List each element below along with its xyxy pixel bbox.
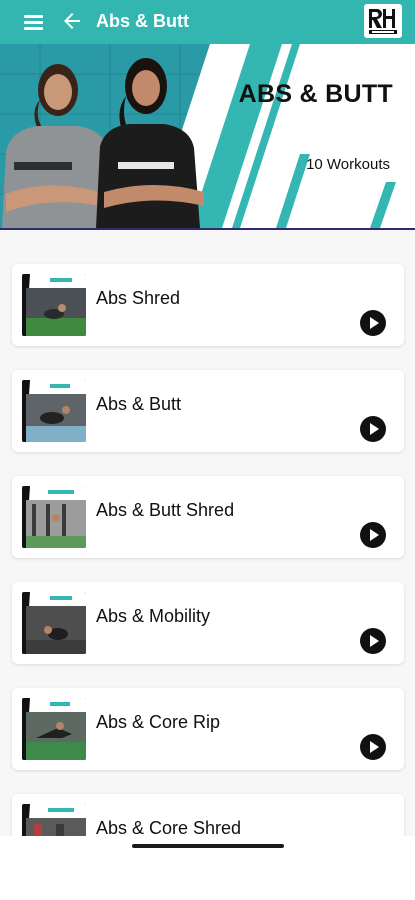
workout-thumbnail: [22, 698, 86, 760]
top-app-bar: Abs & Butt: [0, 0, 415, 44]
workout-title: Abs & Butt Shred: [96, 500, 235, 520]
category-title: ABS & BUTT: [238, 80, 393, 108]
rh-workout-logo: [364, 4, 402, 38]
play-icon[interactable]: [360, 416, 386, 442]
workout-title: Abs & Butt: [96, 394, 182, 414]
workout-thumbnail: [22, 592, 86, 654]
menu-icon[interactable]: [22, 11, 46, 33]
workout-title: Abs & Core Shred: [96, 818, 242, 836]
system-navigation-area: [0, 836, 415, 900]
page-title: Abs & Butt: [96, 11, 189, 31]
app-screen: Abs & Butt ABS & BUTT 10 Workouts Abs Sh…: [0, 0, 415, 900]
arrow-left-icon[interactable]: [60, 9, 84, 33]
workout-card-abs-and-mobility[interactable]: Abs & Mobility: [12, 582, 404, 664]
workout-card-abs-shred[interactable]: Abs Shred: [12, 264, 404, 346]
banner-artwork: [0, 44, 415, 228]
workout-title: Abs & Core Rip: [96, 712, 221, 732]
workout-thumbnail: [22, 380, 86, 442]
workout-card-abs-and-core-rip[interactable]: Abs & Core Rip: [12, 688, 404, 770]
workout-card-abs-and-butt[interactable]: Abs & Butt: [12, 370, 404, 452]
workout-count: 10 Workouts: [306, 156, 390, 173]
play-icon[interactable]: [360, 522, 386, 548]
workout-card-abs-and-butt-shred[interactable]: Abs & Butt Shred: [12, 476, 404, 558]
workout-thumbnail: [22, 486, 86, 548]
home-indicator[interactable]: [132, 844, 284, 848]
workout-title: Abs & Mobility: [96, 606, 211, 626]
category-banner: ABS & BUTT 10 Workouts: [0, 44, 415, 228]
play-icon[interactable]: [360, 628, 386, 654]
play-icon[interactable]: [360, 734, 386, 760]
workout-title: Abs Shred: [96, 288, 181, 308]
workout-thumbnail: [22, 274, 86, 336]
workout-list[interactable]: Abs Shred Abs & Butt Abs & Butt Shred Ab…: [0, 230, 415, 836]
workout-thumbnail: [22, 804, 86, 836]
play-icon[interactable]: [360, 310, 386, 336]
workout-card-abs-and-core-shred[interactable]: Abs & Core Shred: [12, 794, 404, 836]
